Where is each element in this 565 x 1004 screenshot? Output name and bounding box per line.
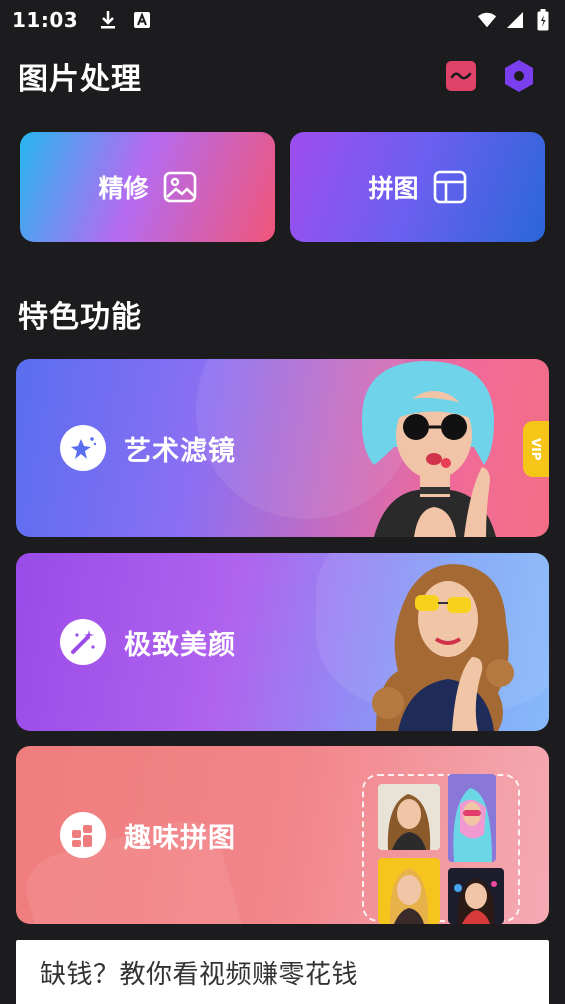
grid-blocks-icon [60,812,106,858]
collage-photo-1 [378,784,440,850]
status-system-icons [477,9,553,31]
card-content: 趣味拼图 [60,746,236,924]
mask-icon [446,61,476,91]
collage-label: 拼图 [368,174,419,203]
collage-photo-3 [378,858,440,924]
font-icon [132,10,152,30]
vip-label: VIP [529,437,543,461]
magic-wand-icon [60,619,106,665]
download-icon [98,10,118,30]
page-title: 图片处理 [18,62,142,97]
card-label: 极致美颜 [124,629,236,661]
image-icon [163,171,196,203]
app-header: 图片处理 [0,48,565,104]
retouch-label: 精修 [98,174,149,203]
wifi-icon [477,10,497,30]
feature-card-fun-collage[interactable]: 趣味拼图 [16,746,549,924]
card-label: 趣味拼图 [124,822,236,854]
hexagon-settings-icon [505,60,533,92]
feature-card-beauty[interactable]: 极致美颜 [16,553,549,731]
ad-banner[interactable]: 缺钱？教你看视频赚零花钱 [16,940,549,1004]
ad-text: 缺钱？教你看视频赚零花钱 [40,959,359,990]
model-photo-curly-hair [372,564,514,731]
mask-button[interactable] [445,60,477,92]
model-photo-blue-hair [361,361,496,537]
status-notification-icons [98,10,152,30]
battery-icon [533,9,553,31]
magic-star-icon [60,425,106,471]
signal-icon [505,10,525,30]
collage-photo-2 [448,774,496,862]
status-time: 11:03 [12,8,79,32]
card-label: 艺术滤镜 [124,435,236,467]
section-title-features: 特色功能 [18,300,142,335]
collage-photo-4 [448,868,504,924]
card-content: 艺术滤镜 [60,359,236,537]
card-content: 极致美颜 [60,553,236,731]
header-actions [445,60,547,92]
status-bar: 11:03 [0,0,565,40]
hexagon-settings-button[interactable] [503,60,535,92]
vip-badge: VIP [523,421,549,477]
feature-card-art-filter[interactable]: 艺术滤镜 VIP [16,359,549,537]
collage-button[interactable]: 拼图 [290,132,545,242]
retouch-button[interactable]: 精修 [20,132,275,242]
layout-icon [433,170,466,204]
